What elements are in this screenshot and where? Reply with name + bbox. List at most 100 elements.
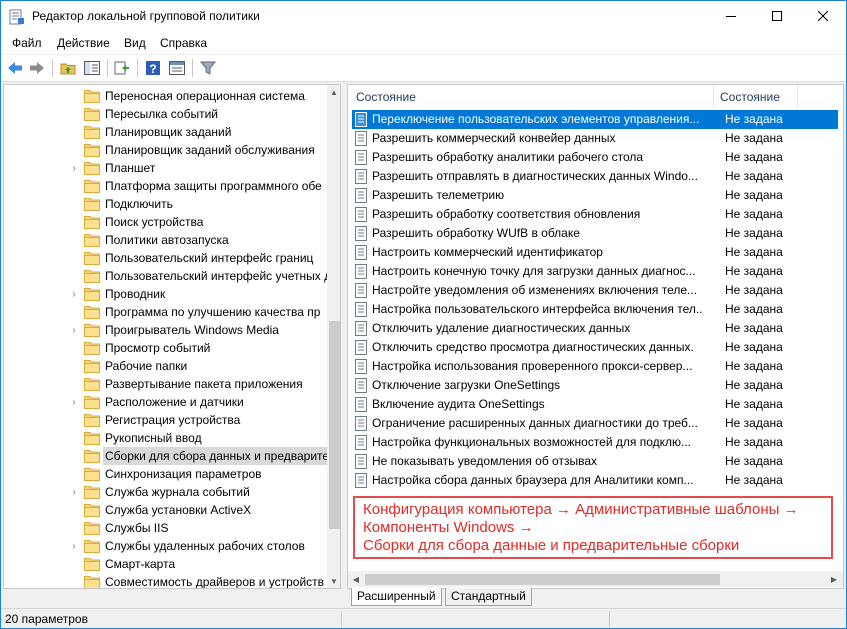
tab-extended[interactable]: Расширенный [351, 588, 442, 606]
expand-arrow-icon[interactable]: › [69, 486, 79, 498]
tree-item[interactable]: Переносная операционная система [4, 87, 327, 105]
tree-item[interactable]: Синхронизация параметров [4, 465, 327, 483]
maximize-button[interactable] [754, 1, 800, 31]
tree-item[interactable]: › Служба журнала событий [4, 483, 327, 501]
scroll-up-icon[interactable]: ▲ [327, 85, 340, 99]
close-button[interactable] [800, 1, 846, 31]
tree-item[interactable]: › Расположение и датчики [4, 393, 327, 411]
up-folder-button[interactable] [58, 58, 78, 78]
policy-row[interactable]: Включение аудита OneSettings Не задана [352, 395, 838, 414]
tree-item[interactable]: Просмотр событий [4, 339, 327, 357]
policy-row[interactable]: Разрешить обработку соответствия обновле… [352, 205, 838, 224]
tree-item-label: Переносная операционная система [105, 89, 305, 103]
console-tree-button[interactable] [167, 58, 187, 78]
policy-name: Настройка пользовательского интерфейса в… [372, 302, 702, 316]
folder-icon [84, 485, 100, 499]
menu-bar: Файл Действие Вид Справка [1, 32, 846, 54]
scroll-right-icon[interactable]: ▶ [827, 572, 841, 586]
policy-row[interactable]: Настройка пользовательского интерфейса в… [352, 300, 838, 319]
policy-row[interactable]: Отключить средство просмотра диагностиче… [352, 338, 838, 357]
policy-row[interactable]: Настроить коммерческий идентификатор Не з… [352, 243, 838, 262]
tree-item[interactable]: Регистрация устройства [4, 411, 327, 429]
policy-setting-icon [354, 188, 368, 203]
hscroll-thumb[interactable] [365, 574, 720, 585]
filter-button[interactable] [198, 58, 218, 78]
column-header-state[interactable]: Состояние [714, 85, 798, 109]
policy-row[interactable]: Настроить конечную точку для загрузки да… [352, 262, 838, 281]
tree-item[interactable]: Пользовательский интерфейс границ [4, 249, 327, 267]
policy-row[interactable]: Отключить удаление диагностических данны… [352, 319, 838, 338]
scroll-left-icon[interactable]: ◀ [349, 572, 363, 586]
tree-item[interactable]: Смарт-карта [4, 555, 327, 573]
tree-item[interactable]: Планировщик заданий [4, 123, 327, 141]
policy-setting-icon [354, 169, 368, 184]
path-annotation: Конфигурация компьютера → Административн… [353, 496, 833, 559]
tree-item[interactable]: Подключить [4, 195, 327, 213]
tree-item[interactable]: › Проигрыватель Windows Media [4, 321, 327, 339]
policy-row[interactable]: Разрешить обработку аналитики рабочего с… [352, 148, 838, 167]
tree-item[interactable]: Рабочие папки [4, 357, 327, 375]
tree-item[interactable]: Поиск устройства [4, 213, 327, 231]
gpedit-app-icon [9, 9, 25, 25]
folder-icon [84, 143, 100, 157]
policy-row[interactable]: Настройте уведомления об изменениях вклю… [352, 281, 838, 300]
expand-arrow-icon[interactable]: › [69, 540, 79, 552]
title-bar: Редактор локальной групповой политики [1, 1, 846, 32]
tree-item[interactable]: Совместимость драйверов и устройств [4, 573, 327, 588]
folder-icon [84, 179, 100, 193]
tree-item[interactable]: Программа по улучшению качества пр [4, 303, 327, 321]
tree-item[interactable]: Планировщик заданий обслуживания [4, 141, 327, 159]
expand-arrow-icon[interactable]: › [69, 324, 79, 336]
tree-item[interactable]: Сборки для сбора данных и предварител [4, 447, 338, 465]
menu-action[interactable]: Действие [57, 36, 110, 50]
tree-item[interactable]: › Проводник [4, 285, 327, 303]
tree-item[interactable]: Службы IIS [4, 519, 327, 537]
policy-row[interactable]: Настройка использования проверенного про… [352, 357, 838, 376]
menu-help[interactable]: Справка [160, 36, 207, 50]
help-button[interactable]: ? [143, 58, 163, 78]
show-hide-tree-button[interactable] [82, 58, 102, 78]
policy-state: Не задана [725, 264, 783, 278]
tree-item[interactable]: Служба установки ActiveX [4, 501, 327, 519]
view-tabs: Расширенный Стандартный [347, 588, 844, 606]
policy-row[interactable]: Разрешить коммерческий конвейер данных Не… [352, 129, 838, 148]
tree-item[interactable]: Развертывание пакета приложения [4, 375, 327, 393]
list-horizontal-scrollbar[interactable]: ◀ ▶ [348, 571, 843, 587]
export-list-button[interactable] [112, 58, 132, 78]
policy-row[interactable]: Настройка функциональных возможностей дл… [352, 433, 838, 452]
back-icon [8, 62, 22, 74]
expand-arrow-icon[interactable]: › [69, 396, 79, 408]
policy-setting-icon [354, 473, 368, 488]
policy-row[interactable]: Разрешить телеметрию Не задана [352, 186, 838, 205]
tree-vertical-scrollbar[interactable]: ▲ ▼ [327, 85, 340, 588]
tab-standard[interactable]: Стандартный [445, 588, 532, 606]
policy-row[interactable]: Разрешить отправлять в диагностических д… [352, 167, 838, 186]
policy-row[interactable]: Отключение загрузки OneSettings Не задана [352, 376, 838, 395]
tree-item[interactable]: Политики автозапуска [4, 231, 327, 249]
scroll-thumb[interactable] [329, 321, 340, 529]
menu-file[interactable]: Файл [12, 36, 42, 50]
policy-row[interactable]: Переключение пользовательских элементов … [352, 110, 838, 129]
policy-row[interactable]: Не показывать уведомления об отзывах Не з… [352, 452, 838, 471]
minimize-button[interactable] [708, 1, 754, 31]
tree-item[interactable]: Пользовательский интерфейс учетных д [4, 267, 331, 285]
policy-state: Не задана [725, 188, 783, 202]
policy-row[interactable]: Настройка сбора данных браузера для Анал… [352, 471, 838, 490]
policy-row[interactable]: Разрешить обработку WUfB в облаке Не зада… [352, 224, 838, 243]
tree-item-label: Пользовательский интерфейс учетных д [105, 269, 332, 283]
tree-item[interactable]: › Планшет [4, 159, 327, 177]
tree-item[interactable]: Пересылка событий [4, 105, 327, 123]
tree-item[interactable]: › Службы удаленных рабочих столов [4, 537, 327, 555]
tree-item[interactable]: Платформа защиты программного обе [4, 177, 327, 195]
expand-arrow-icon[interactable]: › [69, 288, 79, 300]
folder-icon [84, 575, 100, 588]
forward-button[interactable] [27, 58, 47, 78]
policy-setting-icon [354, 245, 368, 260]
policy-row[interactable]: Ограничение расширенных данных диагности… [352, 414, 838, 433]
back-button[interactable] [5, 58, 25, 78]
tree-item[interactable]: Рукописный ввод [4, 429, 327, 447]
column-header-setting[interactable]: Состояние [348, 85, 714, 109]
scroll-down-icon[interactable]: ▼ [327, 574, 340, 588]
menu-view[interactable]: Вид [124, 36, 146, 50]
expand-arrow-icon[interactable]: › [69, 162, 79, 174]
